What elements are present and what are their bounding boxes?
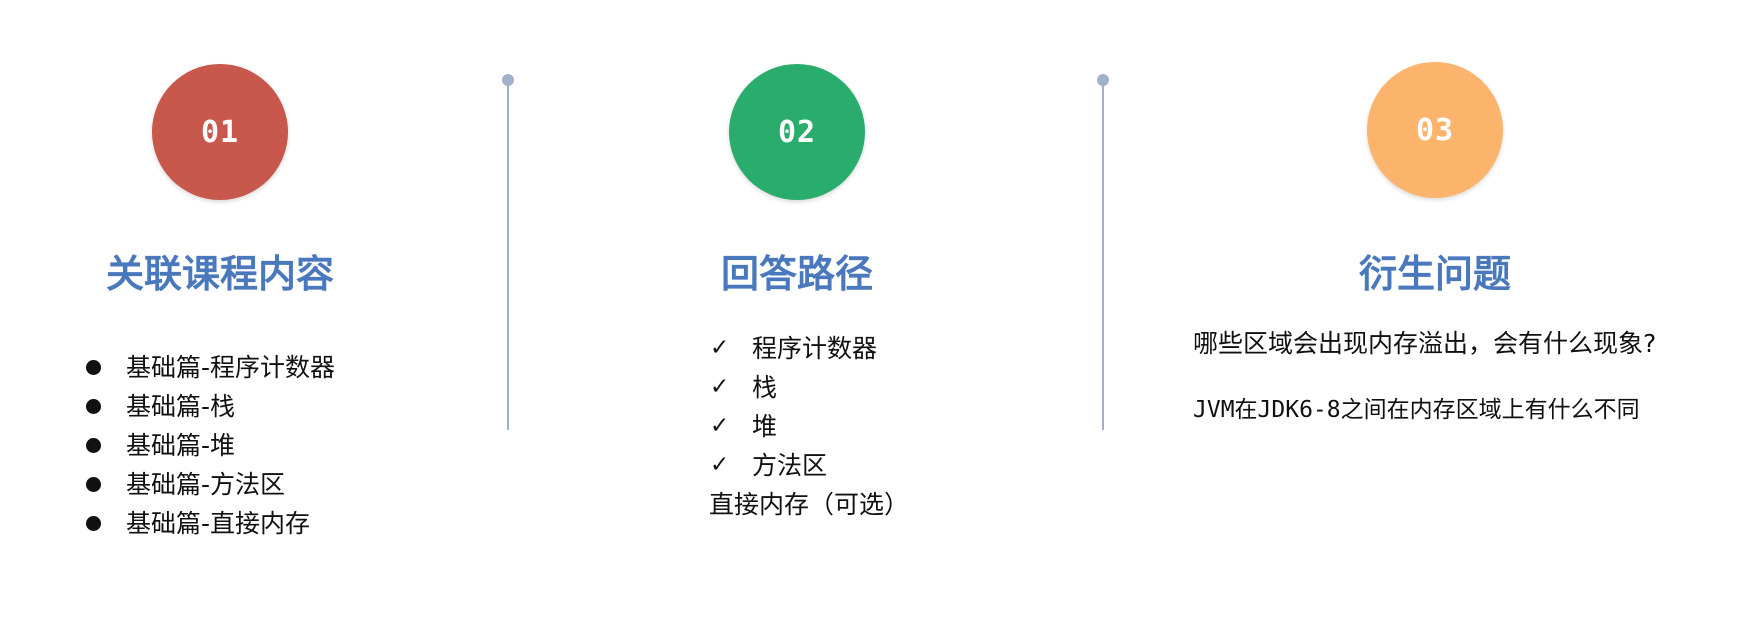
check-icon: ✓ [710,335,730,361]
section-3-question-2: JVM在JDK6-8之间在内存区域上有什么不同 [1193,397,1640,423]
section-1-title: 关联课程内容 [105,252,334,296]
section-3-number-badge: 03 [1367,62,1503,198]
section-2-extra-item: 直接内存（可选） [709,490,910,519]
section-2-checklist: ✓ 程序计数器 ✓ 栈 ✓ 堆 ✓ 方法区 [710,329,877,485]
checklist-item: ✓ 方法区 [710,446,877,485]
section-divider-2 [1097,74,1109,430]
bullet-icon [86,399,101,414]
section-2-number: 02 [777,114,817,150]
list-item: 基础篇-直接内存 [86,504,335,543]
checklist-item: ✓ 程序计数器 [710,329,877,368]
list-item: 基础篇-栈 [86,387,335,426]
check-icon: ✓ [710,452,730,478]
section-divider-1 [502,74,514,430]
check-icon: ✓ [710,374,730,400]
section-3-question-1: 哪些区域会出现内存溢出，会有什么现象? [1193,329,1657,358]
list-item: 基础篇-堆 [86,426,335,465]
list-item: 基础篇-方法区 [86,465,335,504]
section-3-title: 衍生问题 [1358,252,1511,296]
section-1-number: 01 [200,114,240,150]
check-icon: ✓ [710,413,730,439]
section-3-number: 03 [1415,112,1455,148]
section-2-number-badge: 02 [729,64,865,200]
checklist-item: ✓ 栈 [710,368,877,407]
section-1-list: 基础篇-程序计数器 基础篇-栈 基础篇-堆 基础篇-方法区 基础篇-直接内存 [86,348,335,543]
bullet-icon [86,438,101,453]
list-item: 基础篇-程序计数器 [86,348,335,387]
bullet-icon [86,516,101,531]
section-2-title: 回答路径 [720,252,873,296]
checklist-item: ✓ 堆 [710,407,877,446]
bullet-icon [86,477,101,492]
bullet-icon [86,360,101,375]
section-1-number-badge: 01 [152,64,288,200]
